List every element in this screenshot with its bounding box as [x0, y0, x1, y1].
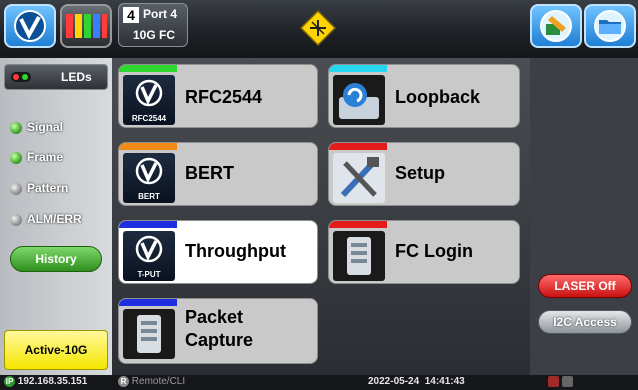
rfc2544-tile[interactable]: RFC2544 RFC2544 [118, 64, 318, 128]
ip-address: 192.168.35.151 [17, 376, 88, 388]
ip-icon: IP [4, 376, 15, 387]
tools-button[interactable] [530, 4, 582, 48]
setup-tile[interactable]: Setup [328, 142, 520, 206]
port-number: 4 [123, 7, 139, 23]
bert-tile[interactable]: BERT BERT [118, 142, 318, 206]
port-type: 10G FC [132, 28, 175, 42]
tile-label: Loopback [395, 87, 481, 107]
tile-color-strip [329, 221, 387, 228]
folder-icon [594, 10, 626, 42]
tools-icon [540, 10, 572, 42]
datetime: 2022-05-24 14:41:43 [368, 376, 465, 387]
throughput-tile[interactable]: T-PUT Throughput [118, 220, 318, 284]
leds-label: LEDs [61, 70, 92, 84]
tile-sublabel: T-PUT [137, 270, 161, 279]
pattern-led-icon [10, 183, 22, 195]
alarm-icon [548, 376, 559, 387]
history-button[interactable]: History [10, 246, 102, 272]
right-panel: LASER Off I2C Access [530, 58, 638, 375]
tile-label: BERT [185, 163, 234, 183]
remote-label: Remote/CLI [131, 376, 186, 388]
loopback-icon [333, 75, 385, 125]
fc-login-icon [333, 231, 385, 281]
alm-err-led-icon [10, 214, 22, 226]
tile-color-strip [329, 65, 387, 72]
port-indicator[interactable]: 4 Port 4 10G FC [118, 3, 188, 47]
signal-led-icon [10, 122, 22, 134]
packet-capture-tile[interactable]: Packet Capture [118, 298, 318, 364]
ports-grid-button[interactable] [60, 4, 112, 48]
fc-login-tile[interactable]: FC Login [328, 220, 520, 284]
tile-color-strip [119, 65, 177, 72]
files-button[interactable] [584, 4, 636, 48]
active-rate-indicator[interactable]: Active-10G [4, 330, 108, 370]
leds-status-icon [11, 72, 31, 82]
tile-color-strip [329, 143, 387, 150]
leds-button[interactable]: LEDs [4, 64, 108, 90]
led-label: Signal [27, 120, 64, 134]
tile-color-strip [119, 143, 177, 150]
remote-icon: R [118, 376, 129, 387]
i2c-access-button[interactable]: I2C Access [538, 310, 632, 334]
led-label: Frame [27, 150, 64, 164]
tile-color-strip [119, 221, 177, 228]
left-panel: LEDs Signal Frame Pattern ALM/ERR Histor… [0, 58, 112, 375]
tile-label: Setup [395, 163, 446, 183]
tile-label: Packet [185, 307, 244, 327]
laser-off-button[interactable]: LASER Off [538, 274, 632, 298]
setup-tools-icon [333, 153, 385, 203]
device-icon [561, 376, 573, 387]
packet-capture-icon [123, 309, 175, 359]
loopback-tile[interactable]: Loopback [328, 64, 520, 128]
home-logo-button[interactable] [4, 4, 56, 48]
led-label: ALM/ERR [27, 212, 82, 226]
tile-color-strip [119, 299, 177, 306]
veex-logo-icon [14, 10, 46, 42]
ip-status: IP 192.168.35.151 [4, 376, 87, 387]
remote-status: R Remote/CLI [118, 376, 185, 387]
tile-label: FC Login [395, 241, 473, 261]
tile-label-line2: Capture [185, 330, 254, 350]
tile-label: RFC2544 [185, 87, 263, 107]
frame-led-icon [10, 152, 22, 164]
main-menu: RFC2544 RFC2544 Loopback BERT BERT Setup… [112, 58, 530, 375]
led-label: Pattern [27, 181, 69, 195]
rfc2544-icon: RFC2544 [123, 75, 175, 125]
alert-diamond-icon[interactable] [299, 9, 337, 47]
tile-sublabel: RFC2544 [131, 114, 167, 123]
port-name: Port 4 [143, 7, 178, 21]
throughput-icon: T-PUT [123, 231, 175, 281]
tile-label: Throughput [185, 241, 286, 261]
status-bar: IP 192.168.35.151 R Remote/CLI 2022-05-2… [0, 375, 638, 390]
tile-sublabel: BERT [138, 192, 160, 201]
port-bars-icon [66, 14, 107, 38]
top-bar: 4 Port 4 10G FC [0, 0, 638, 58]
bert-icon: BERT [123, 153, 175, 203]
notification-icons [548, 376, 573, 387]
